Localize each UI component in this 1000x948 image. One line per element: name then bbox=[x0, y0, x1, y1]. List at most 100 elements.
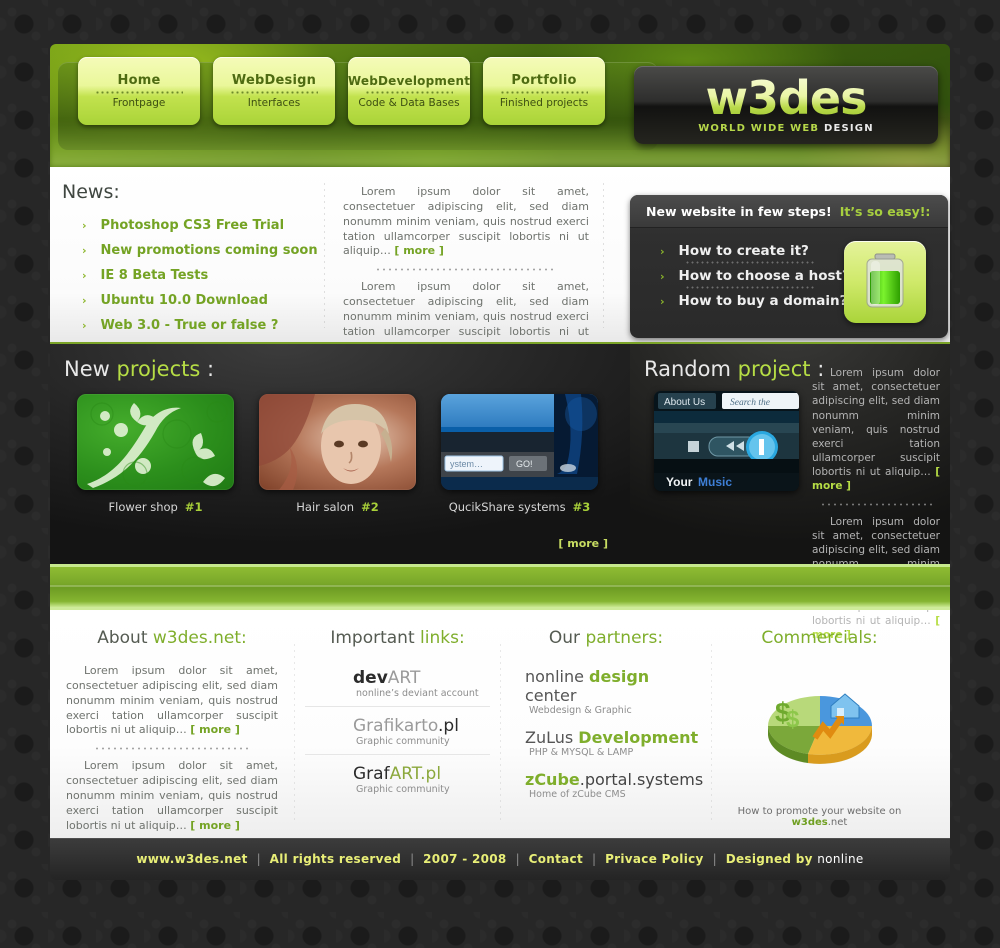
link-subtitle: nonline’s deviant account bbox=[356, 688, 479, 699]
footer-link-years[interactable]: 2007 - 2008 bbox=[423, 852, 506, 866]
separator: | bbox=[712, 852, 717, 866]
news-link[interactable]: Photoshop CS3 Free Trial bbox=[101, 218, 285, 233]
news-list: › Photoshop CS3 Free Trial › New promoti… bbox=[62, 213, 324, 338]
heading-accent: partners: bbox=[585, 628, 664, 648]
project-caption: QucikShare systems #3 bbox=[441, 490, 598, 514]
hair-salon-thumbnail[interactable] bbox=[259, 394, 416, 490]
nav-tab-divider bbox=[230, 91, 318, 94]
pie-chart-icon: $ $ bbox=[722, 668, 917, 778]
heading-accent: links: bbox=[420, 628, 465, 648]
list-item[interactable]: › How to create it? bbox=[660, 242, 830, 267]
link-subtitle: Graphic community bbox=[356, 784, 450, 795]
projects-more-link[interactable]: [ more ] bbox=[558, 537, 608, 550]
news-link[interactable]: Web 3.0 - True or false ? bbox=[101, 318, 279, 333]
footer-link-contact[interactable]: Contact bbox=[529, 852, 583, 866]
news-link[interactable]: Ubuntu 10.0 Download bbox=[101, 293, 268, 308]
page-wrapper: Home Frontpage WebDesign Interfaces WebD… bbox=[50, 44, 950, 902]
list-item[interactable]: › Web 3.0 - True or false ? bbox=[62, 313, 324, 338]
intro-column: Lorem ipsum dolor sit amet, consectetuer… bbox=[325, 167, 603, 353]
dotted-divider bbox=[685, 261, 815, 264]
commercials-note: How to promote your website on w3des.net bbox=[712, 806, 927, 828]
nav-tab-divider bbox=[365, 90, 453, 94]
site-logo[interactable]: w3des WORLD WIDE WEB DESIGN bbox=[634, 66, 938, 144]
separator: | bbox=[592, 852, 597, 866]
list-item[interactable]: › How to buy a domain? bbox=[660, 292, 848, 310]
footer-link-website[interactable]: www.w3des.net bbox=[136, 852, 247, 866]
partner-item-zcube[interactable]: zCube.portal.systems Home of zCube CMS bbox=[511, 767, 703, 809]
new-projects-heading: New projects : bbox=[50, 344, 630, 381]
steps-link[interactable]: How to choose a host? bbox=[679, 268, 850, 284]
svg-text:About Us: About Us bbox=[664, 397, 705, 408]
about-text: Lorem ipsum dolor sit amet, consectetuer… bbox=[66, 759, 278, 832]
link-item-devart[interactable]: devART nonline’s deviant account bbox=[305, 664, 490, 706]
music-player-illustration: About Us Search the Your Music bbox=[654, 391, 799, 491]
portrait-illustration bbox=[259, 394, 393, 490]
partner-item-nonline[interactable]: nonline design center Webdesign & Graphi… bbox=[511, 664, 701, 725]
list-item[interactable]: › How to choose a host? bbox=[660, 267, 850, 292]
link-title-b: .pl bbox=[438, 716, 459, 736]
dotted-divider bbox=[685, 286, 815, 289]
projects-band: New projects : Flower shop #1 Hair salon… bbox=[50, 342, 950, 641]
nav-tab-divider bbox=[500, 91, 588, 94]
news-link[interactable]: IE 8 Beta Tests bbox=[101, 268, 209, 283]
steps-list: › How to create it? › How to choose a ho… bbox=[630, 228, 850, 310]
steps-link[interactable]: How to create it? bbox=[679, 243, 809, 259]
steps-link[interactable]: How to buy a domain? bbox=[679, 293, 848, 309]
about-paragraph-1: Lorem ipsum dolor sit amet, consectetuer… bbox=[66, 664, 278, 738]
link-title: Grafikarto.pl bbox=[353, 716, 490, 736]
partner-title: zCube.portal.systems bbox=[525, 770, 703, 789]
project-card[interactable]: Hair salon #2 bbox=[259, 394, 416, 514]
project-thumbnails: Flower shop #1 Hair salon #2 ystem… GO! … bbox=[50, 381, 630, 514]
horizontal-dotted-divider bbox=[93, 747, 251, 751]
green-divider-bar bbox=[50, 564, 950, 610]
list-item[interactable]: › Ubuntu 10.0 Download bbox=[62, 288, 324, 313]
nav-tab-webdevelopment[interactable]: WebDevelopment Code & Data Bases bbox=[348, 57, 470, 125]
link-title-a: Grafikarto bbox=[353, 716, 439, 736]
floral-illustration bbox=[87, 401, 228, 488]
separator: | bbox=[515, 852, 520, 866]
commercials-heading: Commercials: bbox=[722, 620, 917, 664]
partner-subtitle: Webdesign & Graphic bbox=[529, 705, 632, 716]
steps-panel: New website in few steps! It’s so easy!:… bbox=[630, 195, 948, 338]
random-text: Lorem ipsum dolor sit amet, consectetuer… bbox=[812, 367, 940, 479]
chevron-right-icon: › bbox=[82, 244, 87, 257]
project-name: Flower shop bbox=[108, 500, 178, 514]
footer-link-rights[interactable]: All rights reserved bbox=[270, 852, 401, 866]
footer-about-column: About w3des.net: Lorem ipsum dolor sit a… bbox=[50, 620, 294, 838]
vertical-dotted-divider bbox=[603, 181, 604, 328]
random-project-thumbnail[interactable]: About Us Search the Your Music bbox=[654, 391, 799, 491]
list-item[interactable]: › New promotions coming soon bbox=[62, 238, 324, 263]
link-title: devART bbox=[353, 668, 490, 688]
svg-text:Music: Music bbox=[698, 475, 732, 489]
nav-tab-webdesign[interactable]: WebDesign Interfaces bbox=[213, 57, 335, 125]
project-card[interactable]: ystem… GO! QucikShare systems #3 bbox=[441, 394, 598, 514]
partner-item-zulus[interactable]: ZuLus Development PHP & MYSQL & LAMP bbox=[511, 725, 701, 767]
project-number: #1 bbox=[184, 500, 203, 514]
nav-tab-portfolio[interactable]: Portfolio Finished projects bbox=[483, 57, 605, 125]
nav-tab-home[interactable]: Home Frontpage bbox=[78, 57, 200, 125]
list-item[interactable]: › Photoshop CS3 Free Trial bbox=[62, 213, 324, 238]
partner-title-b: design bbox=[589, 667, 650, 686]
project-card[interactable]: Flower shop #1 bbox=[77, 394, 234, 514]
horizontal-dotted-divider bbox=[819, 502, 933, 506]
link-item-grafikarto[interactable]: Grafikarto.pl Graphic community bbox=[305, 706, 490, 754]
nav-tab-subtitle: Code & Data Bases bbox=[358, 96, 460, 109]
nav-tab-title: WebDesign bbox=[231, 73, 317, 88]
designer-prefix: Designed by bbox=[725, 852, 818, 866]
partner-subtitle: Home of zCube CMS bbox=[529, 789, 626, 800]
heading-plain: Our bbox=[548, 628, 586, 648]
svg-text:Search the: Search the bbox=[730, 398, 770, 408]
link-item-grafart[interactable]: GrafART.pl Graphic community bbox=[305, 754, 490, 802]
more-link[interactable]: [ more ] bbox=[190, 819, 240, 832]
footer-link-designer[interactable]: Designed by nonline bbox=[726, 852, 864, 866]
footer-link-privacy[interactable]: Privace Policy bbox=[605, 852, 704, 866]
news-link[interactable]: New promotions coming soon bbox=[101, 243, 318, 258]
list-item[interactable]: › IE 8 Beta Tests bbox=[62, 263, 324, 288]
more-link[interactable]: [ more ] bbox=[394, 244, 444, 257]
chevron-right-icon: › bbox=[82, 294, 87, 307]
quickshare-thumbnail[interactable]: ystem… GO! bbox=[441, 394, 598, 490]
flower-shop-thumbnail[interactable] bbox=[77, 394, 234, 490]
horizontal-dotted-divider bbox=[374, 268, 558, 272]
more-link[interactable]: [ more ] bbox=[190, 723, 240, 736]
logo-wordmark: w3des bbox=[705, 70, 867, 125]
